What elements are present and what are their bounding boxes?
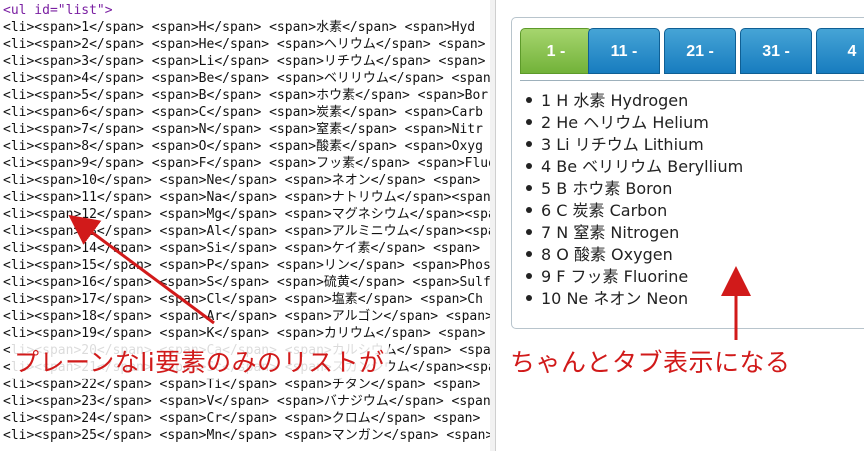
code-line: <li><span>12</span> <span>Mg</span> <spa…: [3, 206, 496, 223]
code-line: <li><span>9</span> <span>F</span> <span>…: [3, 155, 496, 172]
code-text: <li><span>19</span> <span>K</span> <span…: [3, 326, 486, 341]
tab-bar: 1 - 11 - 21 - 31 - 4: [520, 28, 864, 81]
list-item: 1 H 水素 Hydrogen: [526, 90, 743, 112]
tab-demo-panel: 1 - 11 - 21 - 31 - 4 1 H 水素 Hydrogen 2 H…: [511, 17, 864, 329]
code-text: <li><span>24</span> <span>Cr</span> <spa…: [3, 411, 481, 426]
code-line: <li><span>10</span> <span>Ne</span> <spa…: [3, 172, 480, 189]
element-text: 8 O 酸素 Oxygen: [541, 245, 673, 264]
code-text: <li><span>12</span> <span>Mg</span> <spa…: [3, 207, 496, 222]
tab-11[interactable]: 11 -: [588, 28, 660, 74]
code-line: <li><span>16</span> <span>S</span> <span…: [3, 274, 491, 291]
code-line: <li><span>1</span> <span>H</span> <span>…: [3, 19, 475, 36]
code-line: <li><span>25</span> <span>Mn</span> <spa…: [3, 427, 493, 444]
code-text: <li><span>7</span> <span>N</span> <span>…: [3, 122, 483, 137]
element-text: 2 He ヘリウム Helium: [541, 113, 709, 132]
list-item: 8 O 酸素 Oxygen: [526, 244, 743, 266]
element-text: 9 F フッ素 Fluorine: [541, 267, 689, 286]
code-line-header: <ul id="list">: [3, 2, 113, 19]
source-code-panel: <ul id="list"> <li><span>1</span> <span>…: [0, 0, 496, 451]
code-line: <li><span>5</span> <span>B</span> <span>…: [3, 87, 488, 104]
element-text: 1 H 水素 Hydrogen: [541, 91, 689, 110]
element-list: 1 H 水素 Hydrogen 2 He ヘリウム Helium 3 Li リチウ…: [526, 90, 743, 310]
code-line: <li><span>7</span> <span>N</span> <span>…: [3, 121, 483, 138]
list-item: 5 B ホウ素 Boron: [526, 178, 743, 200]
code-text: <li><span>25</span> <span>Mn</span> <spa…: [3, 428, 494, 443]
code-line: <li><span>11</span> <span>Na</span> <spa…: [3, 189, 491, 206]
code-text: <li><span>23</span> <span>V</span> <span…: [3, 394, 496, 409]
annotation-left: プレーンなli要素のみのリストが: [10, 343, 389, 379]
code-line: <li><span>17</span> <span>Cl</span> <spa…: [3, 291, 483, 308]
element-text: 6 C 炭素 Carbon: [541, 201, 668, 220]
list-item: 10 Ne ネオン Neon: [526, 288, 743, 310]
tab-21[interactable]: 21 -: [664, 28, 736, 74]
tab-1[interactable]: 1 -: [520, 28, 592, 74]
code-text: <li><span>6</span> <span>C</span> <span>…: [3, 105, 483, 120]
bullet-icon: [526, 294, 532, 301]
bullet-icon: [526, 96, 532, 103]
annotation-right: ちゃんとタブ表示になる: [506, 343, 795, 379]
code-text: <li><span>8</span> <span>O</span> <span>…: [3, 139, 483, 154]
bullet-icon: [526, 228, 532, 235]
tab-31[interactable]: 31 -: [740, 28, 812, 74]
bullet-icon: [526, 184, 532, 191]
code-line: <li><span>3</span> <span>Li</span> <span…: [3, 53, 485, 70]
bullet-icon: [526, 250, 532, 257]
code-line: <li><span>18</span> <span>Ar</span> <spa…: [3, 308, 493, 325]
code-line: <li><span>15</span> <span>P</span> <span…: [3, 257, 491, 274]
element-text: 3 Li リチウム Lithium: [541, 135, 704, 154]
element-text: 4 Be ベリリウム Beryllium: [541, 157, 744, 176]
bullet-icon: [526, 206, 532, 213]
list-item: 7 N 窒素 Nitrogen: [526, 222, 743, 244]
code-line: <li><span>19</span> <span>K</span> <span…: [3, 325, 485, 342]
code-line: <li><span>24</span> <span>Cr</span> <spa…: [3, 410, 480, 427]
code-text: <li><span>4</span> <span>Be</span> <span…: [3, 71, 496, 86]
list-item: 6 C 炭素 Carbon: [526, 200, 743, 222]
code-text: <li><span>10</span> <span>Ne</span> <spa…: [3, 173, 481, 188]
code-text: <li><span>14</span> <span>Si</span> <spa…: [3, 241, 481, 256]
bullet-icon: [526, 162, 532, 169]
code-text: <li><span>9</span> <span>F</span> <span>…: [3, 156, 496, 171]
code-line: <li><span>23</span> <span>V</span> <span…: [3, 393, 496, 410]
code-line: <li><span>13</span> <span>Al</span> <spa…: [3, 223, 496, 240]
code-line: <li><span>4</span> <span>Be</span> <span…: [3, 70, 496, 87]
list-item: 2 He ヘリウム Helium: [526, 112, 743, 134]
tab-41[interactable]: 4: [816, 28, 864, 74]
code-line: <li><span>2</span> <span>He</span> <span…: [3, 36, 485, 53]
code-text: <ul id="list">: [3, 3, 113, 18]
bullet-icon: [526, 272, 532, 279]
code-text: <li><span>11</span> <span>Na</span> <spa…: [3, 190, 491, 205]
code-text: <li><span>5</span> <span>B</span> <span>…: [3, 88, 489, 103]
element-text: 10 Ne ネオン Neon: [541, 289, 689, 308]
bullet-icon: [526, 118, 532, 125]
code-text: <li><span>15</span> <span>P</span> <span…: [3, 258, 491, 273]
code-text: <li><span>17</span> <span>Cl</span> <spa…: [3, 292, 483, 307]
code-text: <li><span>13</span> <span>Al</span> <spa…: [3, 224, 496, 239]
list-item: 3 Li リチウム Lithium: [526, 134, 743, 156]
element-text: 7 N 窒素 Nitrogen: [541, 223, 680, 242]
code-line: <li><span>8</span> <span>O</span> <span>…: [3, 138, 483, 155]
bullet-icon: [526, 140, 532, 147]
code-text: <li><span>1</span> <span>H</span> <span>…: [3, 20, 476, 35]
code-text: <li><span>22</span> <span>Ti</span> <spa…: [3, 377, 481, 392]
code-line: <li><span>6</span> <span>C</span> <span>…: [3, 104, 483, 121]
list-item: 9 F フッ素 Fluorine: [526, 266, 743, 288]
element-text: 5 B ホウ素 Boron: [541, 179, 673, 198]
code-text: <li><span>18</span> <span>Ar</span> <spa…: [3, 309, 493, 324]
code-text: <li><span>3</span> <span>Li</span> <span…: [3, 54, 486, 69]
list-item: 4 Be ベリリウム Beryllium: [526, 156, 743, 178]
code-line: <li><span>14</span> <span>Si</span> <spa…: [3, 240, 480, 257]
code-scrollbar[interactable]: [490, 0, 495, 451]
code-text: <li><span>16</span> <span>S</span> <span…: [3, 275, 491, 290]
code-text: <li><span>2</span> <span>He</span> <span…: [3, 37, 486, 52]
